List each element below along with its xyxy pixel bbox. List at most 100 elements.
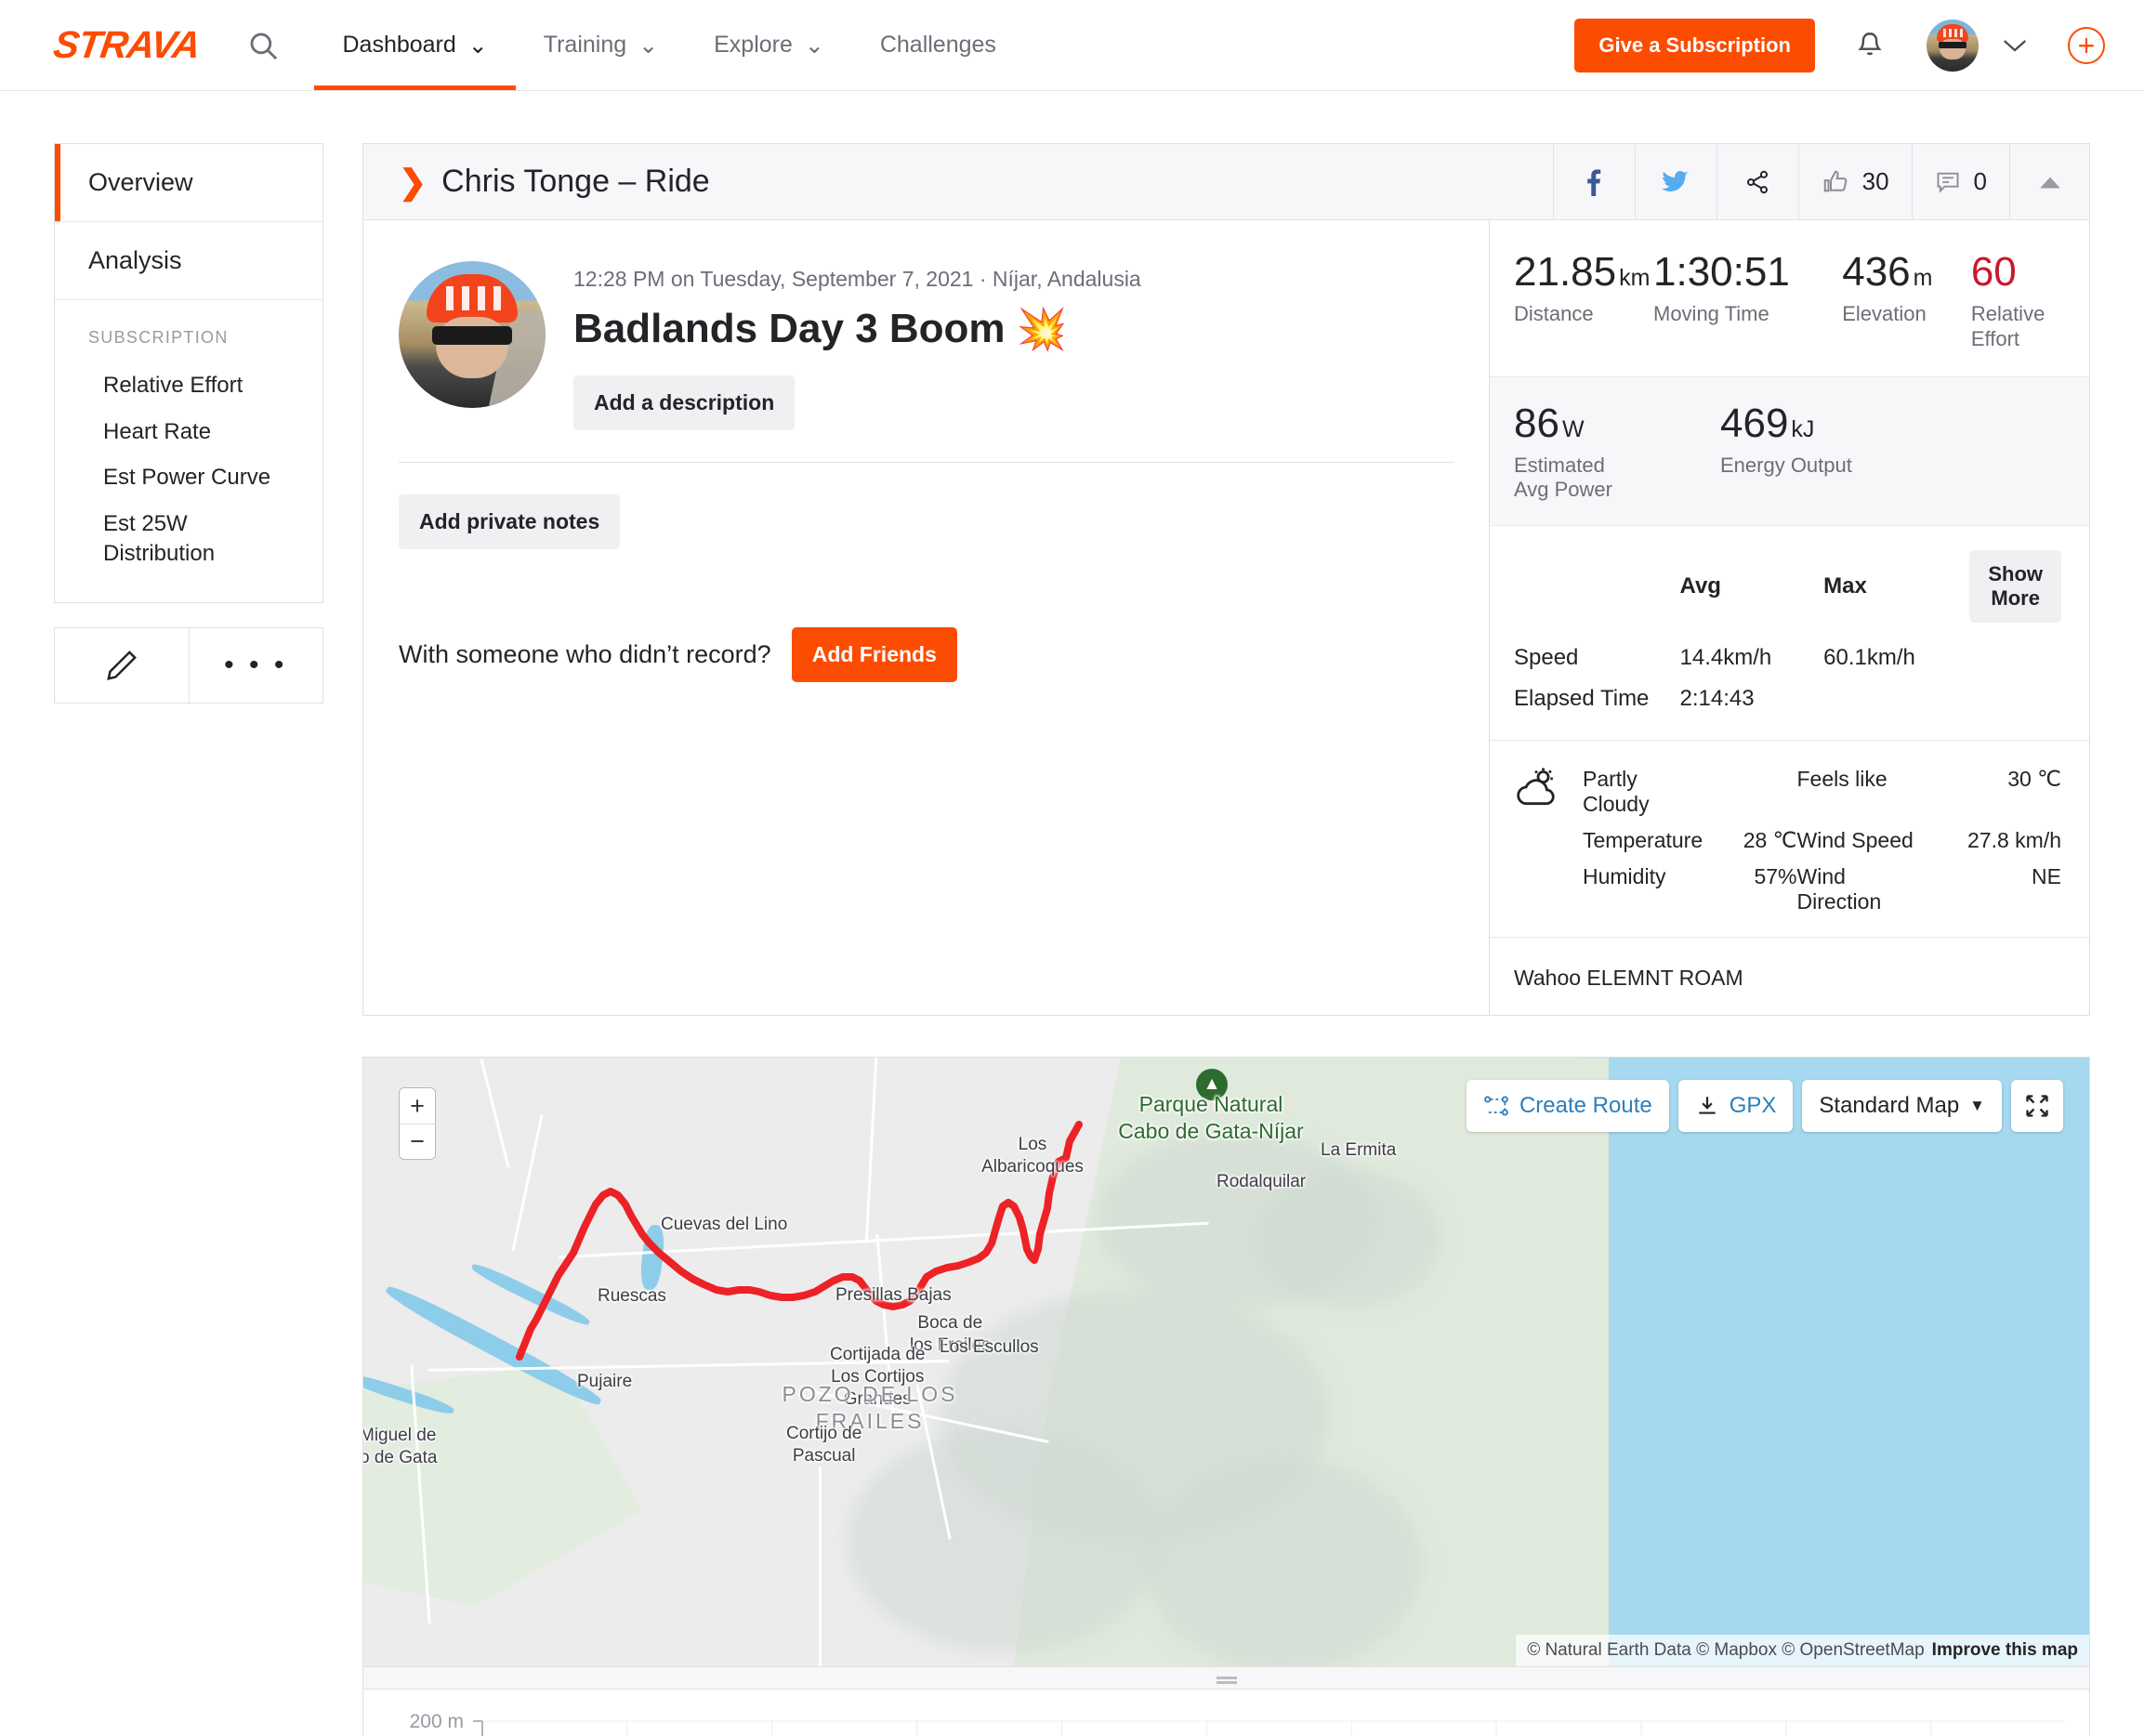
map-card: ▲ Parque Natural Cabo de Gata-Níjar La Er… <box>362 1057 2090 1690</box>
map-tools: Create Route GPX Standard Map ▼ <box>1466 1080 2063 1133</box>
add-friends-button[interactable]: Add Friends <box>791 627 957 682</box>
chevron-down-icon: ▼ <box>1969 1097 1985 1115</box>
nav-item-dashboard[interactable]: Dashboard ⌄ <box>314 0 517 90</box>
comments-button[interactable]: 0 <box>1911 144 2009 219</box>
top-navigation: STRAVA Dashboard ⌄ Training ⌄ Explore ⌄ … <box>0 0 2144 91</box>
show-more-button[interactable]: Show More <box>1969 550 2061 624</box>
sidebar-item-overview[interactable]: Overview <box>55 144 322 222</box>
stat-energy-output: 469 kJ Energy Output <box>1696 400 1852 504</box>
activity-title-row: Badlands Day 3 Boom 💥 <box>573 305 1141 353</box>
stat-value: 60 <box>1970 249 2017 295</box>
weather-feels-like-label: Feels like <box>1796 767 1888 792</box>
main-content: ❯ Chris Tonge – Ride 30 0 12:28 PM on Tu… <box>323 91 2090 1736</box>
nav-item-label: Training <box>543 32 627 58</box>
nav-items: Dashboard ⌄ Training ⌄ Explore ⌄ Challen… <box>314 0 1023 90</box>
strava-logo[interactable]: STRAVA <box>51 23 203 67</box>
activity-header-title: Chris Tonge – Ride <box>441 164 710 199</box>
add-private-notes-button[interactable]: Add private notes <box>399 494 621 549</box>
sidebar-item-heart-rate[interactable]: Heart Rate <box>55 409 322 455</box>
stat-relative-effort[interactable]: 60 Relative Effort <box>1947 252 2089 352</box>
nav-item-explore[interactable]: Explore ⌄ <box>686 0 852 90</box>
add-activity-button[interactable]: + <box>2068 26 2105 64</box>
edit-activity-button[interactable] <box>55 628 189 703</box>
collapse-activity-button[interactable] <box>2009 144 2089 219</box>
nav-right-cluster: Give a Subscription + <box>1574 0 2105 90</box>
share-button[interactable] <box>1716 144 1798 219</box>
sidebar-nav-box: Overview Analysis SUBSCRIPTION Relative … <box>54 143 323 604</box>
search-button[interactable] <box>247 30 279 61</box>
add-friends-prompt: With someone who didn’t record? <box>399 640 771 668</box>
comment-icon <box>1937 172 1958 193</box>
show-more-cell: Show More <box>1969 550 2061 638</box>
row-max: 60.1km/h <box>1823 645 1915 671</box>
explosion-emoji-icon: 💥 <box>1016 307 1068 352</box>
weather-grid: Partly Cloudy Feels like 30 ℃ Temperatur… <box>1583 767 2061 914</box>
search-icon <box>251 33 278 59</box>
map-zoom-out-button[interactable]: − <box>400 1124 435 1160</box>
sidebar-subscription-group: SUBSCRIPTION Relative Effort Heart Rate … <box>55 300 322 602</box>
map-attribution-text: © Natural Earth Data © Mapbox © OpenStre… <box>1527 1640 1925 1661</box>
activity-title: Badlands Day 3 Boom <box>573 306 1006 351</box>
row-avg: 2:14:43 <box>1679 686 1755 712</box>
nav-item-label: Explore <box>714 32 793 58</box>
share-facebook-button[interactable] <box>1552 144 1635 219</box>
weather-condition-value <box>1708 767 1797 817</box>
kudos-button[interactable]: 30 <box>1797 144 1912 219</box>
stat-label: Elevation <box>1842 302 1927 325</box>
map-label-presillas-bajas: Presillas Bajas <box>835 1285 952 1306</box>
map-zoom-in-button[interactable]: + <box>400 1088 435 1124</box>
ellipsis-icon: • • • <box>224 650 288 681</box>
stat-value: 469 kJ <box>1720 400 1815 446</box>
map-resize-handle[interactable] <box>363 1666 2089 1690</box>
improve-this-map-link[interactable]: Improve this map <box>1932 1640 2078 1661</box>
table-header-avg: Avg <box>1679 573 1721 599</box>
weather-temperature-value: 28 ℃ <box>1743 828 1797 853</box>
share-twitter-button[interactable] <box>1634 144 1717 219</box>
weather-humidity-label: Humidity <box>1583 864 1666 889</box>
sidebar-item-est-power-curve[interactable]: Est Power Curve <box>55 454 322 501</box>
nav-item-challenges[interactable]: Challenges <box>852 0 1024 90</box>
elevation-chart[interactable]: 0 m50 m100 m150 m200 m <box>363 1710 2089 1736</box>
avatar[interactable] <box>1927 19 1979 72</box>
more-options-button[interactable]: • • • <box>188 628 323 704</box>
row-label: Elapsed Time <box>1514 686 1650 712</box>
sidebar-item-relative-effort[interactable]: Relative Effort <box>55 362 322 409</box>
activity-header-title-wrap: ❯ Chris Tonge – Ride <box>363 164 1553 200</box>
weather-temperature-label: Temperature <box>1583 828 1703 853</box>
stat-label: Energy Output <box>1720 453 1852 477</box>
map-label-rodalquilar: Rodalquilar <box>1217 1172 1307 1192</box>
twitter-icon <box>1662 170 1689 191</box>
avatar-glasses <box>432 326 512 345</box>
notifications-button[interactable] <box>1854 30 1886 61</box>
facebook-icon <box>1587 168 1601 196</box>
partly-cloudy-icon <box>1517 768 1555 806</box>
activity-meta: 12:28 PM on Tuesday, September 7, 2021 ·… <box>399 261 1453 430</box>
athlete-avatar[interactable] <box>399 261 546 408</box>
row-avg: 14.4km/h <box>1679 645 1772 671</box>
add-description-button[interactable]: Add a description <box>573 375 796 430</box>
avatar-glasses <box>1939 41 1966 48</box>
sidebar-item-est-25w-distribution[interactable]: Est 25W Distribution <box>55 501 215 576</box>
map-style-select[interactable]: Standard Map ▼ <box>1802 1080 2002 1133</box>
elevation-chart-card: 0 m50 m100 m150 m200 m 0.0 km2.0 km4.0 k… <box>362 1690 2090 1736</box>
account-menu-button[interactable] <box>2001 36 2029 55</box>
give-subscription-button[interactable]: Give a Subscription <box>1574 18 1815 72</box>
stat-table: Avg Max Show More Speed 14.4km/h 60.1km/… <box>1514 550 2061 719</box>
map-fullscreen-button[interactable] <box>2011 1080 2063 1133</box>
weather-wind-speed-value: 27.8 km/h <box>1967 828 2061 853</box>
sidebar-item-analysis[interactable]: Analysis <box>55 222 322 300</box>
nav-item-training[interactable]: Training ⌄ <box>516 0 686 90</box>
activity-map[interactable]: ▲ Parque Natural Cabo de Gata-Níjar La Er… <box>363 1058 2089 1667</box>
map-label-pujaire: Pujaire <box>577 1372 633 1392</box>
activity-meta-text: 12:28 PM on Tuesday, September 7, 2021 ·… <box>573 261 1141 430</box>
strava-chevron-icon: ❯ <box>399 162 427 201</box>
nav-item-label: Challenges <box>879 32 996 58</box>
nav-item-label: Dashboard <box>342 32 456 58</box>
map-label-los-escullos: Los Escullos <box>940 1337 1039 1358</box>
chevron-down-icon: ⌄ <box>804 32 824 59</box>
gpx-label: GPX <box>1729 1093 1777 1119</box>
avatar-helmet <box>427 274 518 322</box>
gpx-download-button[interactable]: GPX <box>1677 1080 1794 1133</box>
row-label: Speed <box>1514 645 1579 671</box>
create-route-button[interactable]: Create Route <box>1466 1080 1669 1133</box>
